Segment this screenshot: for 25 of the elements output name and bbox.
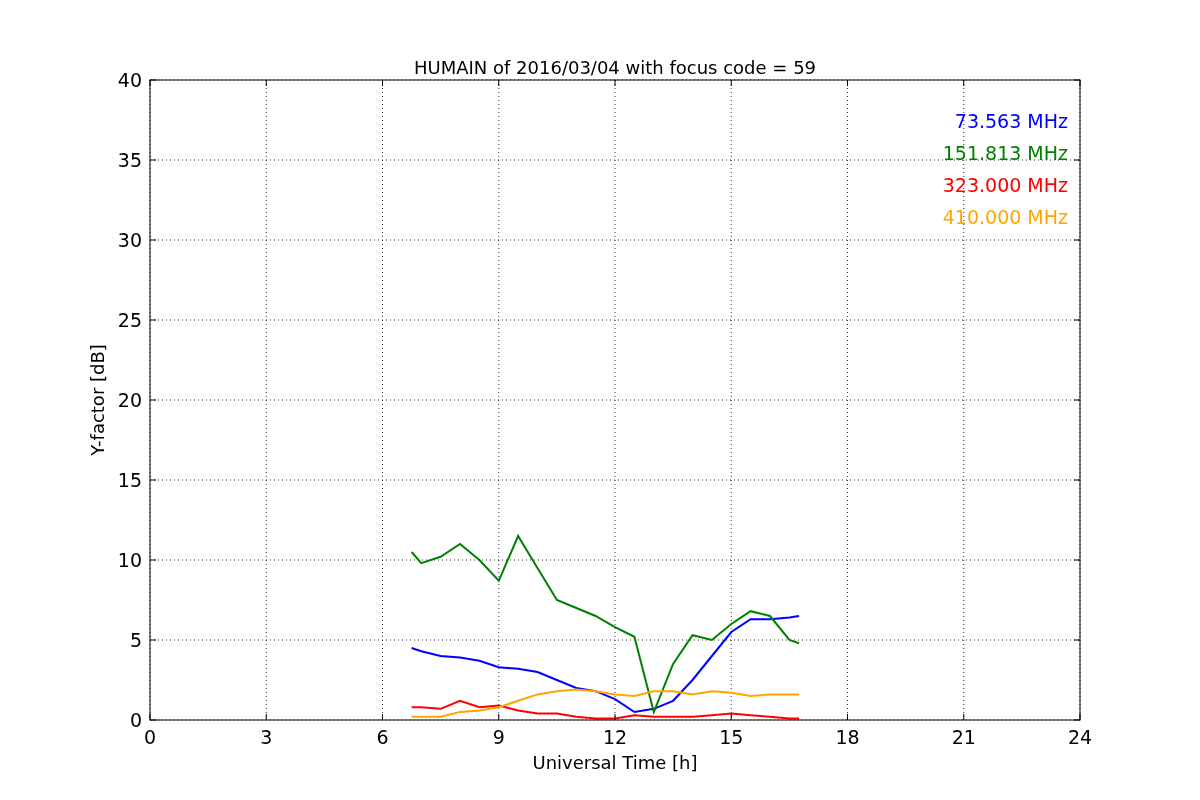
legend-label: 410.000 MHz: [942, 206, 1068, 228]
y-tick-label: 15: [117, 469, 142, 491]
x-tick-label: 3: [260, 726, 273, 748]
y-axis-label: Y-factor [dB]: [87, 344, 108, 456]
y-tick-label: 30: [117, 229, 142, 251]
x-axis-label: Universal Time [h]: [532, 752, 698, 773]
y-tick-label: 5: [129, 629, 142, 651]
legend-label: 323.000 MHz: [942, 174, 1068, 196]
x-tick-label: 0: [143, 726, 157, 748]
y-tick-label: 0: [129, 709, 142, 731]
legend-label: 151.813 MHz: [942, 142, 1068, 164]
x-tick-label: 12: [602, 726, 628, 748]
y-tick-label: 40: [117, 69, 142, 91]
y-tick-label: 20: [117, 389, 142, 411]
x-tick-label: 15: [719, 726, 744, 748]
x-tick-label: 18: [835, 726, 860, 748]
legend-label: 73.563 MHz: [954, 110, 1068, 132]
y-tick-label: 35: [117, 149, 142, 171]
y-tick-label: 25: [117, 309, 142, 331]
x-tick-label: 21: [951, 726, 976, 748]
x-tick-label: 9: [492, 726, 505, 748]
chart-title: HUMAIN of 2016/03/04 with focus code = 59: [413, 57, 817, 78]
y-tick-label: 10: [117, 549, 142, 571]
x-tick-label: 6: [376, 726, 389, 748]
x-tick-label: 24: [1067, 726, 1093, 748]
